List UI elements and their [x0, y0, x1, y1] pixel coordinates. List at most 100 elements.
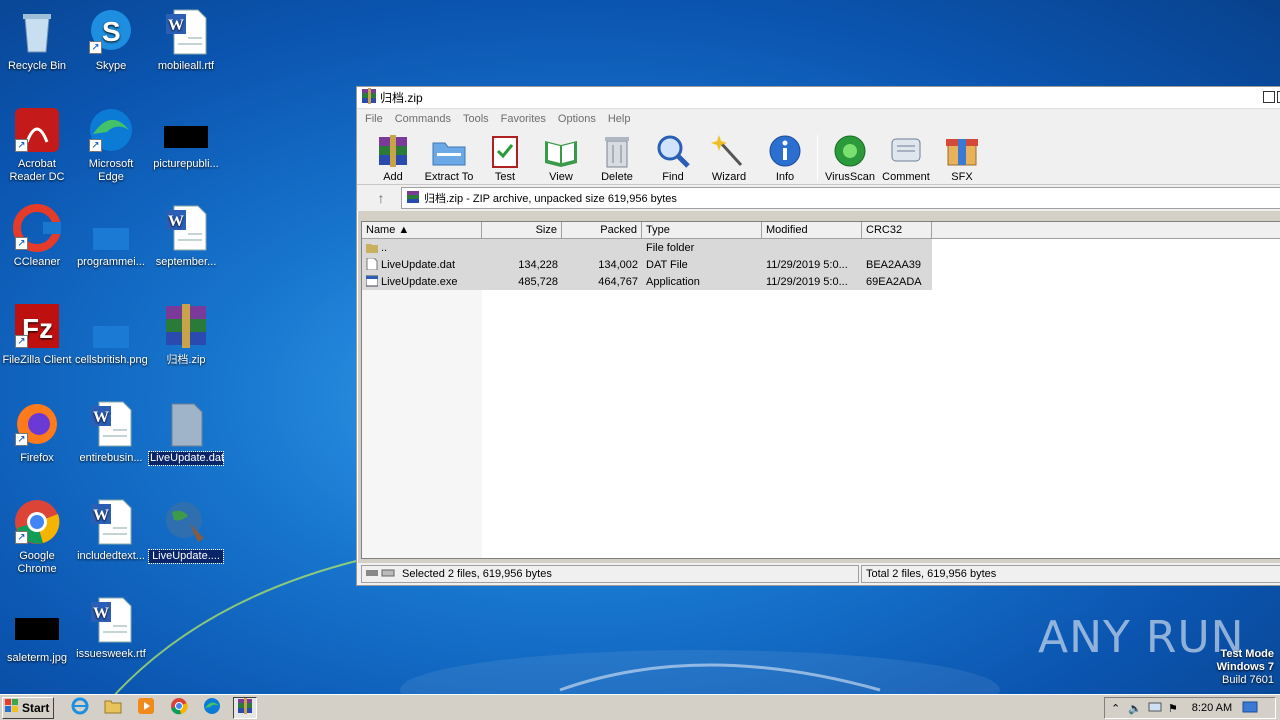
status-bar: Selected 2 files, 619,956 bytes Total 2 … — [357, 563, 1280, 585]
parent-folder-icon — [366, 241, 378, 253]
volume-icon[interactable]: 🔈 — [1128, 702, 1142, 715]
edge-icon — [203, 697, 221, 718]
column-type[interactable]: Type — [642, 222, 762, 238]
taskbar-edge[interactable] — [200, 697, 224, 719]
column-crc32[interactable]: CRC32 — [862, 222, 932, 238]
desktop-icon-saleterm[interactable]: saleterm.jpg — [0, 600, 74, 665]
start-button[interactable]: Start — [2, 696, 54, 719]
minimize-button[interactable] — [1263, 91, 1275, 103]
desktop-icon-issuesweek[interactable]: W issuesweek.rtf — [74, 596, 148, 661]
desktop-icon-label: FileZilla Client — [2, 354, 72, 366]
desktop-icon-archive-zip[interactable]: 归档.zip — [149, 302, 223, 367]
taskbar-explorer[interactable] — [101, 697, 125, 719]
image-thumbnail-icon — [13, 600, 61, 648]
desktop-icon-edge[interactable]: ↗ Microsoft Edge — [74, 106, 148, 184]
table-row[interactable]: LiveUpdate.exe 485,728 464,767 Applicati… — [362, 273, 932, 290]
anyrun-watermark: ANY RUN — [1038, 612, 1245, 663]
desktop-icon-picturepubli[interactable]: picturepubli... — [149, 106, 223, 171]
sfx-button[interactable]: SFX — [934, 133, 990, 183]
table-row[interactable]: LiveUpdate.dat 134,228 134,002 DAT File … — [362, 256, 932, 273]
desktop-icon-label: cellsbritish.png — [75, 354, 148, 366]
desktop-icon-programmei[interactable]: programmei... — [74, 204, 148, 269]
acrobat-icon: ↗ — [13, 106, 61, 154]
shortcut-arrow-icon: ↗ — [89, 41, 102, 54]
file-list[interactable]: Name ▲ Size Packed Type Modified CRC32 .… — [361, 221, 1280, 559]
add-button[interactable]: Add — [365, 133, 421, 183]
desktop-icon-september[interactable]: W september... — [149, 204, 223, 269]
desktop-icon-label: CCleaner — [13, 256, 61, 268]
menu-options[interactable]: Options — [552, 113, 602, 125]
show-desktop-icon[interactable] — [1242, 701, 1258, 716]
find-button[interactable]: Find — [645, 133, 701, 183]
internet-explorer-icon — [71, 697, 89, 718]
shortcut-arrow-icon: ↗ — [15, 237, 28, 250]
view-button[interactable]: View — [533, 133, 589, 183]
desktop-icon-acrobat[interactable]: ↗ Acrobat Reader DC — [0, 106, 74, 184]
winrar-archive-icon — [406, 190, 420, 207]
column-size[interactable]: Size — [482, 222, 562, 238]
delete-button[interactable]: Delete — [589, 133, 645, 183]
extract-to-button[interactable]: Extract To — [421, 133, 477, 183]
winrar-archive-icon — [162, 302, 210, 350]
svg-text:W: W — [168, 213, 184, 230]
menu-commands[interactable]: Commands — [389, 113, 457, 125]
column-modified[interactable]: Modified — [762, 222, 862, 238]
show-hidden-icons-icon[interactable]: ⌃ — [1111, 702, 1120, 715]
desktop-icon-cellsbritish[interactable]: cellsbritish.png — [74, 302, 148, 367]
info-button[interactable]: Info — [757, 133, 813, 183]
comment-label: Comment — [882, 171, 930, 183]
winrar-window[interactable]: 归档.zip File Commands Tools Favorites Opt… — [356, 86, 1280, 586]
up-folder-button[interactable]: ↑ — [361, 187, 401, 209]
menu-tools[interactable]: Tools — [457, 113, 495, 125]
row-name: LiveUpdate.exe — [381, 276, 458, 288]
toolbar-separator — [817, 135, 818, 181]
wizard-button[interactable]: Wizard — [701, 133, 757, 183]
desktop-icon-skype[interactable]: S ↗ Skype — [74, 8, 148, 73]
clipboard-check-icon — [487, 133, 523, 169]
desktop-icon-filezilla[interactable]: Fz ↗ FileZilla Client — [0, 302, 74, 367]
shortcut-arrow-icon: ↗ — [15, 139, 28, 152]
start-label: Start — [22, 700, 50, 715]
desktop-icon-entirebusin[interactable]: W entirebusin... — [74, 400, 148, 465]
ccleaner-icon: ↗ — [13, 204, 61, 252]
path-field[interactable]: 归档.zip - ZIP archive, unpacked size 619,… — [401, 187, 1280, 209]
svg-text:W: W — [168, 17, 184, 34]
row-name: LiveUpdate.dat — [381, 259, 455, 271]
desktop-icon-recycle-bin[interactable]: Recycle Bin — [0, 8, 74, 73]
menu-favorites[interactable]: Favorites — [495, 113, 552, 125]
delete-label: Delete — [601, 171, 633, 183]
column-name[interactable]: Name ▲ — [362, 222, 482, 238]
taskbar-chrome[interactable] — [167, 697, 191, 719]
desktop-icon-liveupdate-exe[interactable]: LiveUpdate.... — [148, 498, 224, 564]
desktop-icon-ccleaner[interactable]: ↗ CCleaner — [0, 204, 74, 269]
sfx-box-icon — [944, 133, 980, 169]
clock[interactable]: 8:20 AM — [1192, 702, 1232, 714]
table-row[interactable]: .. File folder — [362, 239, 932, 256]
network-icon[interactable] — [1148, 701, 1162, 716]
comment-button[interactable]: Comment — [878, 133, 934, 183]
desktop-icon-label: Firefox — [20, 452, 54, 464]
column-packed[interactable]: Packed — [562, 222, 642, 238]
shortcut-arrow-icon: ↗ — [15, 531, 28, 544]
menu-help[interactable]: Help — [602, 113, 637, 125]
extract-to-label: Extract To — [424, 171, 474, 183]
taskbar-ie[interactable] — [68, 697, 92, 719]
taskbar-winrar[interactable] — [233, 696, 257, 719]
virusscan-button[interactable]: VirusScan — [822, 133, 878, 183]
desktop-icon-label: issuesweek.rtf — [76, 648, 146, 660]
test-button[interactable]: Test — [477, 133, 533, 183]
desktop-icon-label: includedtext... — [77, 550, 145, 562]
svg-text:W: W — [93, 605, 109, 622]
desktop-icon-firefox[interactable]: ↗ Firefox — [0, 400, 74, 465]
shortcut-arrow-icon: ↗ — [89, 139, 102, 152]
taskbar-media-player[interactable] — [134, 697, 158, 719]
desktop-icon-mobileall[interactable]: W mobileall.rtf — [149, 8, 223, 73]
window-title: 归档.zip — [380, 91, 423, 105]
desktop-icon-liveupdate-dat[interactable]: LiveUpdate.dat — [148, 400, 224, 466]
drive-icon — [366, 568, 396, 581]
action-center-flag-icon[interactable]: ⚑ — [1168, 702, 1178, 715]
menu-file[interactable]: File — [359, 113, 389, 125]
desktop-icon-includedtext[interactable]: W includedtext... — [74, 498, 148, 563]
desktop-icon-chrome[interactable]: ↗ Google Chrome — [0, 498, 74, 576]
window-titlebar[interactable]: 归档.zip — [357, 87, 1280, 109]
